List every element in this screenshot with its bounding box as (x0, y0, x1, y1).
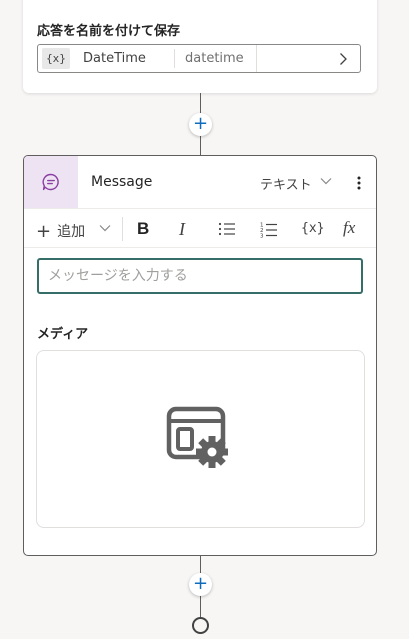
insert-variable-button[interactable]: {x} (301, 221, 324, 236)
image-settings-icon (166, 406, 228, 468)
message-input[interactable] (37, 258, 363, 294)
variable-icon: {x} (42, 48, 70, 69)
add-content-button[interactable]: + 追加 (36, 220, 86, 242)
variable-separator (174, 49, 175, 68)
save-response-card: 応答を名前を付けて保存 {x} DateTime datetime (23, 0, 377, 93)
chevron-right-icon[interactable] (336, 52, 350, 66)
chat-bubble-icon (42, 173, 59, 191)
bold-button[interactable]: B (137, 219, 149, 239)
message-type-dropdown[interactable]: テキスト (260, 174, 312, 193)
chevron-down-icon[interactable] (99, 223, 111, 233)
italic-button[interactable]: I (179, 219, 185, 240)
media-section-title: メディア (37, 327, 89, 342)
message-node-title: Message (91, 174, 153, 190)
add-node-button-bottom[interactable]: + (189, 573, 212, 596)
message-icon-container (24, 156, 78, 208)
numbered-list-icon[interactable]: 1 2 3 (260, 221, 278, 239)
add-node-button-top[interactable]: + (189, 113, 212, 136)
variable-type: datetime (185, 51, 244, 66)
chevron-down-icon[interactable] (320, 176, 332, 186)
more-vertical-icon[interactable] (354, 174, 364, 192)
insert-formula-button[interactable]: fx (343, 218, 355, 238)
save-response-title: 応答を名前を付けて保存 (37, 24, 181, 39)
plus-icon: + (36, 221, 52, 242)
media-dropzone[interactable] (36, 350, 365, 528)
toolbar-separator (122, 217, 123, 241)
variable-selector[interactable]: {x} DateTime datetime (37, 44, 361, 73)
message-node-header: Message テキスト (24, 156, 376, 208)
svg-text:3: 3 (260, 234, 264, 240)
flow-end-node (192, 617, 209, 634)
variable-type-divider (256, 45, 257, 72)
message-node: Message テキスト + 追加 B I 1 2 3 {x} fx メッセージ… (23, 155, 377, 556)
message-toolbar: + 追加 B I 1 2 3 {x} fx (24, 208, 376, 248)
bulleted-list-icon[interactable] (218, 221, 236, 237)
variable-name: DateTime (83, 51, 146, 66)
add-content-label: 追加 (57, 224, 86, 240)
